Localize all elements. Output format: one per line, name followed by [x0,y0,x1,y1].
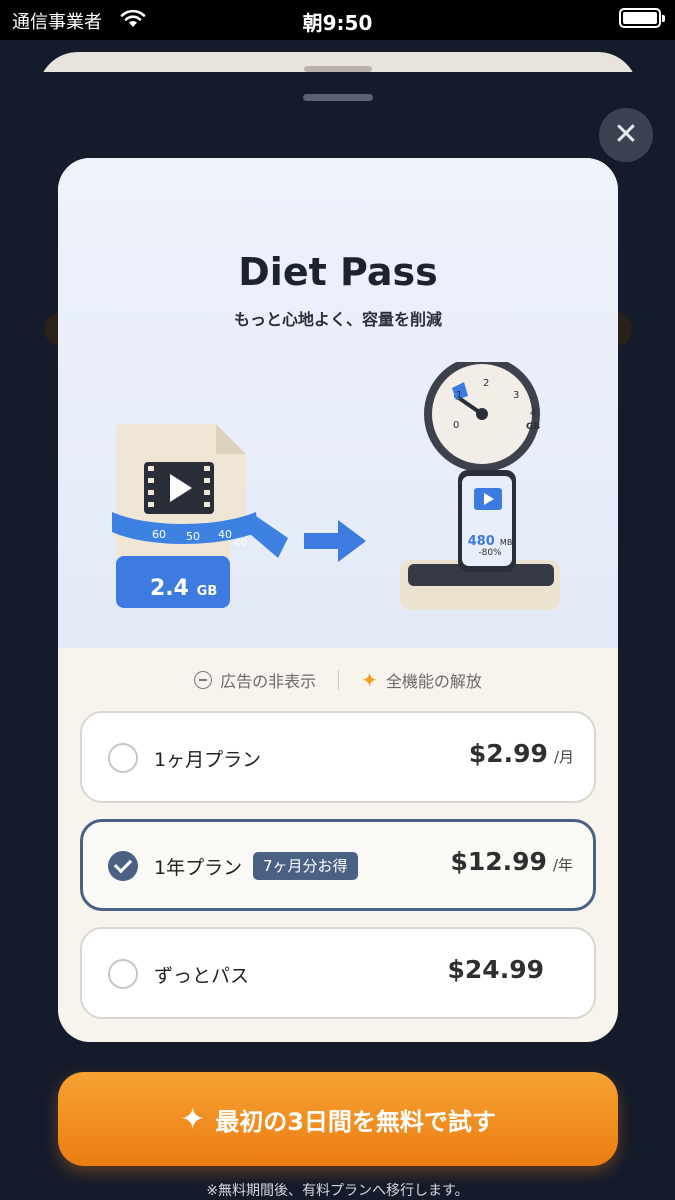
sheet-grabber[interactable] [303,94,373,101]
page-subtitle: もっと心地よく、容量を削減 [233,310,442,329]
plan-name: 1ヶ月プラン [154,749,262,771]
before-size-unit: GB [196,584,218,599]
price-unit: /月 [553,748,574,766]
arrow-right-icon [304,520,366,562]
after-size-value: 480 [467,534,495,549]
savings-badge: 7ヶ月分お得 [253,852,358,880]
feature-label: 広告の非表示 [220,672,317,691]
close-button[interactable]: ✕ [599,108,653,162]
tape-mark: 40 [234,538,247,549]
tape-mark: 50 [186,530,200,543]
feature-no-ads: 広告の非表示 [194,668,316,692]
close-icon: ✕ [613,117,639,152]
gauge-mark: GB [526,422,541,432]
sparkle-icon: ✦ [180,1101,206,1137]
plan-price: $24.99 [448,955,544,984]
radio-unchecked[interactable] [108,959,138,989]
feature-label: 全機能の解放 [385,672,482,691]
status-bar: 通信事業者 朝9:50 [0,0,675,40]
page-title: Diet Pass [238,250,438,294]
before-size-value: 2.4 [150,576,189,601]
reduction-label: -80% [478,548,502,558]
gauge-mark: 0 [453,420,460,431]
plan-name: ずっとパス [154,965,250,987]
radio-unchecked[interactable] [108,743,138,773]
start-trial-button[interactable]: ✦ 最初の3日間を無料で試す [58,1072,618,1166]
feature-unlock-all: ✦ 全機能の解放 [361,668,482,692]
price-value: $24.99 [447,955,544,984]
gauge-mark: 3 [513,390,520,401]
price-unit: /年 [552,856,573,874]
gauge-mark: 2 [483,378,490,389]
hero-banner: Diet Pass もっと心地よく、容量を削減 60 50 40 40 2.4 … [58,158,618,648]
after-size: 480 MB [462,530,518,549]
radio-checked[interactable] [108,851,138,881]
plan-monthly[interactable]: 1ヶ月プラン $2.99 /月 [80,711,596,803]
plan-price: $2.99 /月 [469,739,574,768]
tape-mark: 60 [152,528,166,541]
compressed-file-illustration [111,424,288,608]
plan-price: $12.99 /年 [450,847,573,876]
gauge-mark: 1 [456,390,463,401]
before-size: 2.4 GB [150,576,217,601]
feature-divider [338,670,340,690]
cta-label: 最初の3日間を無料で試す [215,1107,496,1136]
footnote: ※無料期間後、有料プランへ移行します。 [206,1183,469,1199]
minus-circle-icon [194,671,213,689]
status-time: 朝9:50 [302,11,373,35]
gauge-mark: 4 [530,408,537,419]
plan-card: Diet Pass もっと心地よく、容量を削減 60 50 40 40 2.4 … [58,158,618,1042]
plan-yearly[interactable]: 1年プラン 7ヶ月分お得 $12.99 /年 [80,819,596,911]
sparkle-icon: ✦ [361,668,378,692]
plan-lifetime[interactable]: ずっとパス $24.99 [80,927,596,1019]
scale-illustration [400,362,560,610]
price-value: $12.99 [450,847,547,876]
tape-mark: 40 [218,528,232,541]
price-value: $2.99 [468,739,548,768]
plan-name: 1年プラン [154,857,243,879]
after-size-unit: MB [499,538,513,547]
battery-icon [619,8,665,28]
feature-list: 広告の非表示 ✦ 全機能の解放 [58,666,618,694]
